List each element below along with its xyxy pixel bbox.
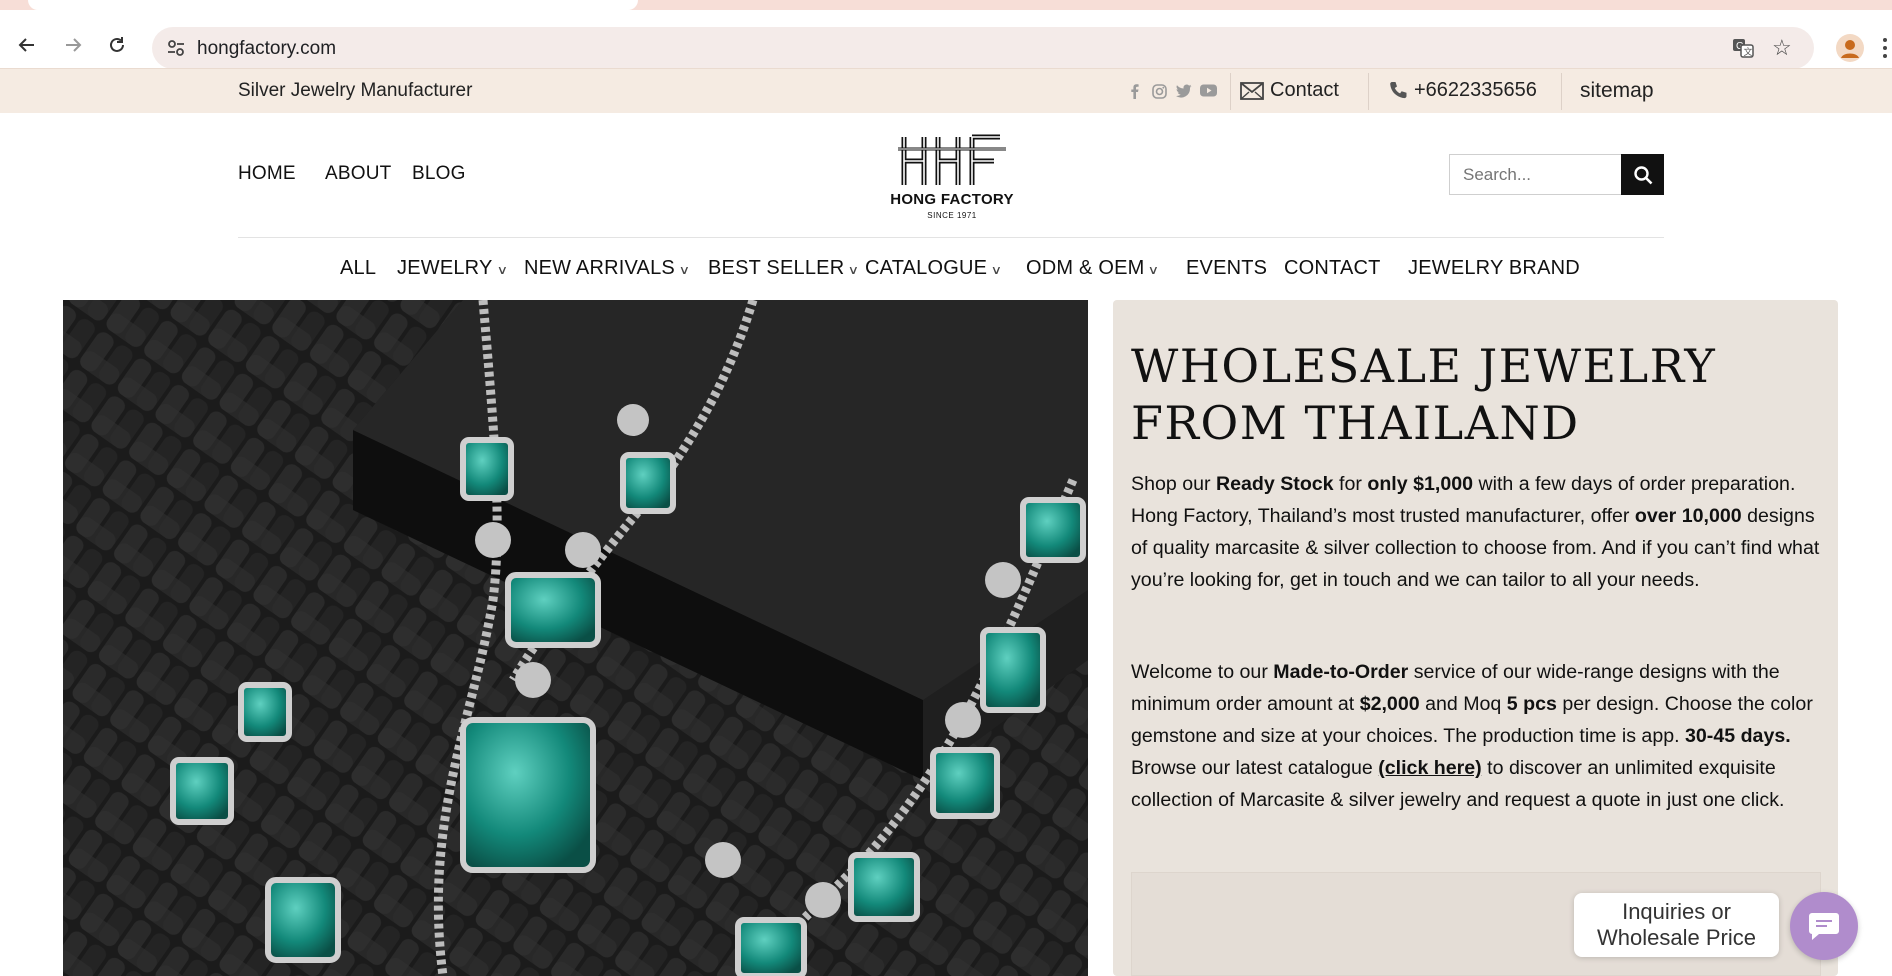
chat-icon xyxy=(1809,913,1839,940)
search-input[interactable] xyxy=(1450,155,1623,194)
phone-link[interactable]: +6622335656 xyxy=(1388,79,1537,102)
nav-home[interactable]: HOME xyxy=(238,163,296,185)
divider xyxy=(1561,73,1562,110)
logo-since: SINCE 1971 xyxy=(927,211,977,220)
cat-contact[interactable]: CONTACT xyxy=(1284,257,1381,280)
chat-prompt-bubble[interactable]: Inquiries or Wholesale Price xyxy=(1574,893,1779,957)
bookmark-star-icon[interactable]: ☆ xyxy=(1772,35,1792,61)
chat-prompt-line2: Wholesale Price xyxy=(1597,925,1756,950)
hero-title-line1: WHOLESALE JEWELRY xyxy=(1131,339,1717,393)
necklace-photo-icon xyxy=(63,300,1088,976)
forward-icon[interactable] xyxy=(56,28,90,62)
site-header: HOME ABOUT BLOG HONG FACTORY SINCE 1971 xyxy=(0,113,1892,238)
cat-catalogue[interactable]: CATALOGUE ∨ xyxy=(865,257,1003,280)
site-logo[interactable]: HONG FACTORY SINCE 1971 xyxy=(884,131,1020,226)
instagram-icon[interactable] xyxy=(1152,84,1167,102)
cat-label: JEWELRY xyxy=(397,257,493,279)
chat-prompt-line1: Inquiries or xyxy=(1622,899,1731,924)
back-icon[interactable] xyxy=(10,28,44,62)
chevron-down-icon: ∨ xyxy=(1148,262,1160,277)
cat-odm-oem[interactable]: ODM & OEM ∨ xyxy=(1026,257,1160,280)
hero-text-panel: WHOLESALE JEWELRY FROM THAILAND Shop our… xyxy=(1113,300,1838,976)
divider xyxy=(1230,73,1231,110)
cat-label: BEST SELLER xyxy=(708,257,845,279)
logo-mark-icon xyxy=(898,134,1006,185)
cat-label: ODM & OEM xyxy=(1026,257,1145,279)
chevron-down-icon: ∨ xyxy=(678,262,691,277)
twitter-icon[interactable] xyxy=(1176,84,1192,101)
chevron-down-icon: ∨ xyxy=(847,262,860,277)
facebook-icon[interactable] xyxy=(1130,84,1140,102)
browser-menu-icon[interactable] xyxy=(1878,36,1892,60)
address-bar[interactable]: hongfactory.com G文 ☆ xyxy=(152,27,1814,69)
svg-text:文: 文 xyxy=(1744,46,1753,57)
category-nav: ALL JEWELRY ∨ NEW ARRIVALS ∨ BEST SELLER ∨ … xyxy=(0,238,1892,298)
cat-new-arrivals[interactable]: NEW ARRIVALS ∨ xyxy=(524,257,691,280)
browser-tab-strip xyxy=(0,0,1892,10)
phone-icon xyxy=(1390,81,1407,98)
cat-best-seller[interactable]: BEST SELLER ∨ xyxy=(708,257,860,280)
cat-label: CONTACT xyxy=(1284,257,1381,279)
catalogue-link[interactable]: (click here) xyxy=(1378,757,1481,779)
url-text[interactable]: hongfactory.com xyxy=(197,38,336,60)
search-icon xyxy=(1633,165,1652,184)
top-info-bar: Silver Jewelry Manufacturer Contact +662… xyxy=(0,68,1892,113)
contact-label: Contact xyxy=(1270,79,1339,101)
youtube-icon[interactable] xyxy=(1200,84,1217,100)
mail-icon xyxy=(1240,81,1264,100)
nav-about[interactable]: ABOUT xyxy=(325,163,391,185)
profile-avatar-icon[interactable] xyxy=(1836,34,1864,62)
cat-label: JEWELRY BRAND xyxy=(1408,257,1580,279)
browser-toolbar: hongfactory.com G文 ☆ xyxy=(0,10,1892,69)
cat-jewelry-brand[interactable]: JEWELRY BRAND xyxy=(1408,257,1580,280)
phone-number: +6622335656 xyxy=(1414,79,1537,101)
cat-label: ALL xyxy=(340,257,377,279)
cat-jewelry[interactable]: JEWELRY ∨ xyxy=(397,257,508,280)
cat-events[interactable]: EVENTS xyxy=(1186,257,1267,280)
cat-all[interactable]: ALL xyxy=(340,257,376,280)
cat-label: CATALOGUE xyxy=(865,257,988,279)
sitemap-link[interactable]: sitemap xyxy=(1580,79,1654,103)
logo-name: HONG FACTORY xyxy=(890,191,1014,208)
contact-link[interactable]: Contact xyxy=(1240,79,1339,102)
chat-button[interactable] xyxy=(1790,892,1858,960)
nav-blog[interactable]: BLOG xyxy=(412,163,466,185)
translate-icon[interactable]: G文 xyxy=(1732,37,1754,64)
made-to-order-paragraph: Welcome to our Made-to-Order service of … xyxy=(1131,661,1813,811)
search-button[interactable] xyxy=(1621,154,1664,195)
hero-image xyxy=(63,300,1088,976)
divider xyxy=(1368,73,1369,110)
cat-label: EVENTS xyxy=(1186,257,1268,279)
reload-icon[interactable] xyxy=(100,28,134,62)
site-settings-icon[interactable] xyxy=(166,38,186,63)
search-box xyxy=(1449,154,1664,195)
hero-title: WHOLESALE JEWELRY FROM THAILAND xyxy=(1131,338,1771,452)
site-tagline: Silver Jewelry Manufacturer xyxy=(238,80,473,101)
chevron-down-icon: ∨ xyxy=(496,262,508,277)
active-tab[interactable] xyxy=(28,0,638,10)
hero-title-line2: FROM THAILAND xyxy=(1131,396,1580,450)
ready-stock-paragraph: Shop our Ready Stock for only $1,000 wit… xyxy=(1131,473,1820,591)
cat-label: NEW ARRIVALS xyxy=(524,257,675,279)
chevron-down-icon: ∨ xyxy=(990,262,1003,277)
